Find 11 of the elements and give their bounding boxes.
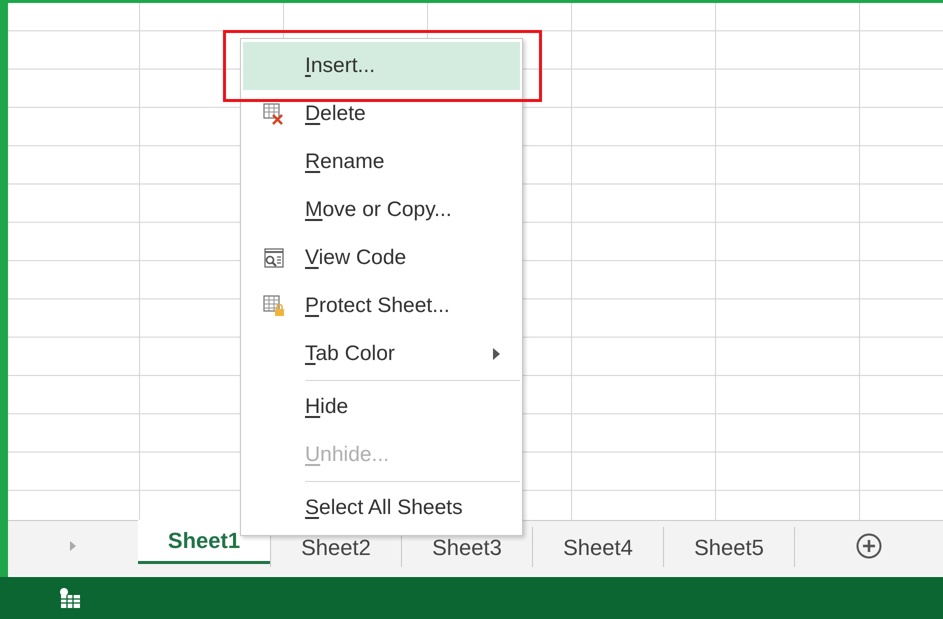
delete-sheet-icon [263,103,285,125]
sheet-tab[interactable]: Sheet4 [533,525,663,569]
protect-sheet-icon [263,295,285,317]
macro-record-icon[interactable] [58,587,82,609]
view-code-icon [263,247,285,269]
sheet-tab[interactable]: Sheet3 [402,525,532,569]
sheet-tab[interactable]: Sheet5 [664,525,794,569]
menu-item[interactable]: Insert... [243,42,520,90]
sheet-tab[interactable]: Sheet2 [271,525,401,569]
sheet-tab[interactable]: Sheet1 [138,520,270,564]
add-sheet-icon[interactable] [856,533,882,559]
